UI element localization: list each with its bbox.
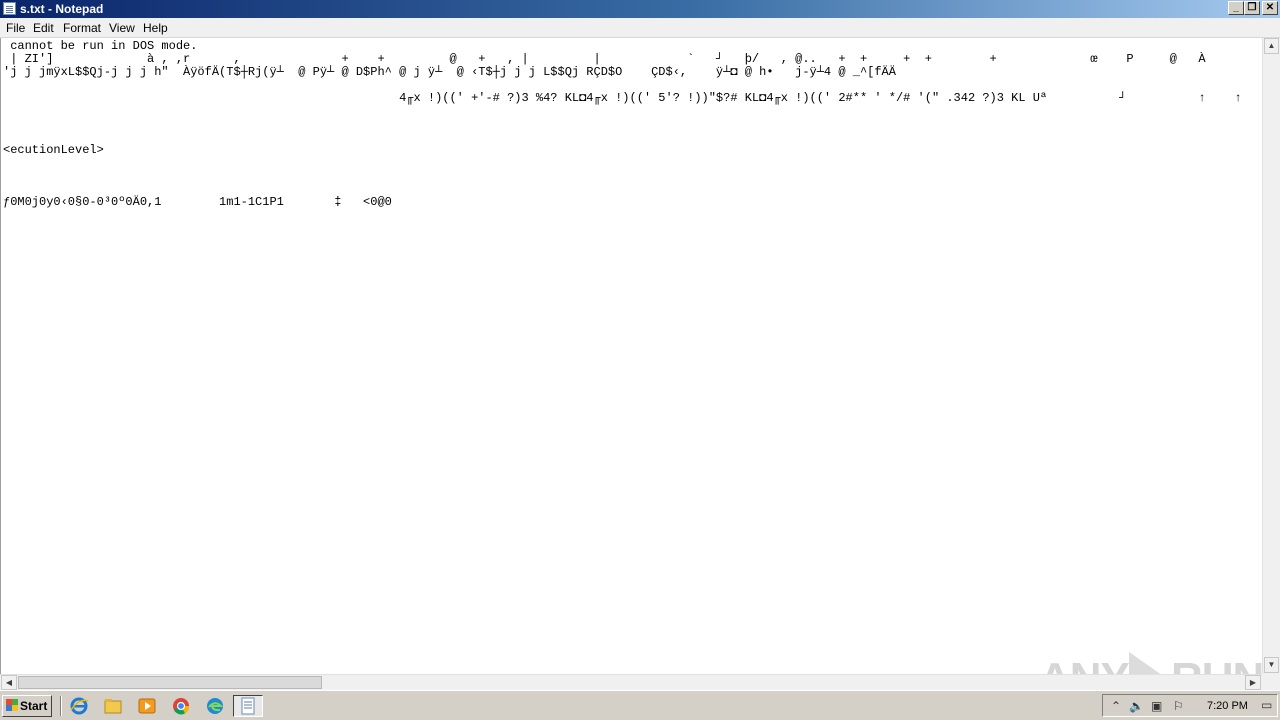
taskbar: Start ⌃ 🔈 ▣ ⚐ 7:20 PM ▭ [0, 690, 1280, 720]
edge-icon[interactable] [204, 696, 226, 716]
system-tray: ⌃ 🔈 ▣ ⚐ 7:20 PM ▭ [1102, 694, 1278, 717]
scroll-right-icon[interactable]: ▶ [1245, 675, 1261, 690]
notepad-icon [241, 697, 255, 715]
menu-help[interactable]: Help [143, 21, 168, 35]
menu-view[interactable]: View [109, 21, 135, 35]
media-player-icon[interactable] [136, 696, 158, 716]
anyrun-watermark: ANY RUN [1039, 650, 1262, 674]
internet-explorer-icon[interactable] [68, 696, 90, 716]
notepad-icon [3, 2, 16, 15]
scrollbar-corner [1262, 674, 1280, 690]
scroll-down-icon[interactable]: ▼ [1264, 657, 1279, 673]
file-explorer-icon[interactable] [102, 696, 124, 716]
start-label: Start [20, 699, 48, 713]
text-line: 4╓x !)((' +'-# ?)3 %4? KL◘4╓x !)((' 5'? … [3, 91, 1262, 105]
watermark-any: ANY [1039, 654, 1130, 674]
clock[interactable]: 7:20 PM [1207, 700, 1248, 712]
start-button[interactable]: Start [2, 695, 52, 717]
text-area[interactable]: cannot be run in DOS mode. | ZI'] à , ,r… [0, 38, 1262, 674]
text-line: ƒ0M0j0y0‹0§0-0³0º0Ä0,1 1m1-1C1P1 ‡ <0@0 [3, 195, 392, 209]
menu-format[interactable]: Format [63, 21, 101, 35]
show-desktop-icon[interactable]: ▭ [1261, 698, 1272, 712]
volume-icon[interactable]: 🔈 [1129, 699, 1144, 713]
menu-file[interactable]: File [6, 21, 25, 35]
chrome-icon[interactable] [170, 696, 192, 716]
horizontal-scroll-thumb[interactable] [18, 676, 322, 689]
show-hidden-icons-icon[interactable]: ⌃ [1111, 699, 1121, 713]
horizontal-scrollbar[interactable]: ◀ ▶ [0, 674, 1262, 690]
text-line: 'j j jmÿxL$$Qj-j j j h" ÀÿöfÄ(T$┼Rj(ÿ┴ @… [3, 65, 896, 79]
action-center-flag-icon[interactable]: ⚐ [1173, 699, 1184, 713]
title-bar[interactable]: s.txt - Notepad _ ❐ ✕ [0, 0, 1280, 18]
watermark-run: RUN [1171, 654, 1262, 674]
scroll-left-icon[interactable]: ◀ [1, 675, 17, 690]
taskbar-separator [60, 696, 62, 716]
text-line: <ecutionLevel> [3, 143, 104, 157]
close-button[interactable]: ✕ [1262, 1, 1278, 15]
menu-edit[interactable]: Edit [33, 21, 54, 35]
vertical-scrollbar[interactable]: ▲ ▼ [1262, 38, 1280, 674]
network-icon[interactable]: ▣ [1151, 699, 1162, 713]
maximize-button[interactable]: ❐ [1244, 1, 1260, 15]
play-icon [1129, 652, 1169, 674]
notepad-taskbar-button[interactable] [233, 695, 263, 717]
scroll-up-icon[interactable]: ▲ [1264, 38, 1279, 54]
windows-logo-icon [6, 699, 18, 711]
window-title: s.txt - Notepad [20, 2, 104, 16]
menu-bar: File Edit Format View Help [0, 18, 1280, 38]
minimize-button[interactable]: _ [1228, 1, 1244, 15]
